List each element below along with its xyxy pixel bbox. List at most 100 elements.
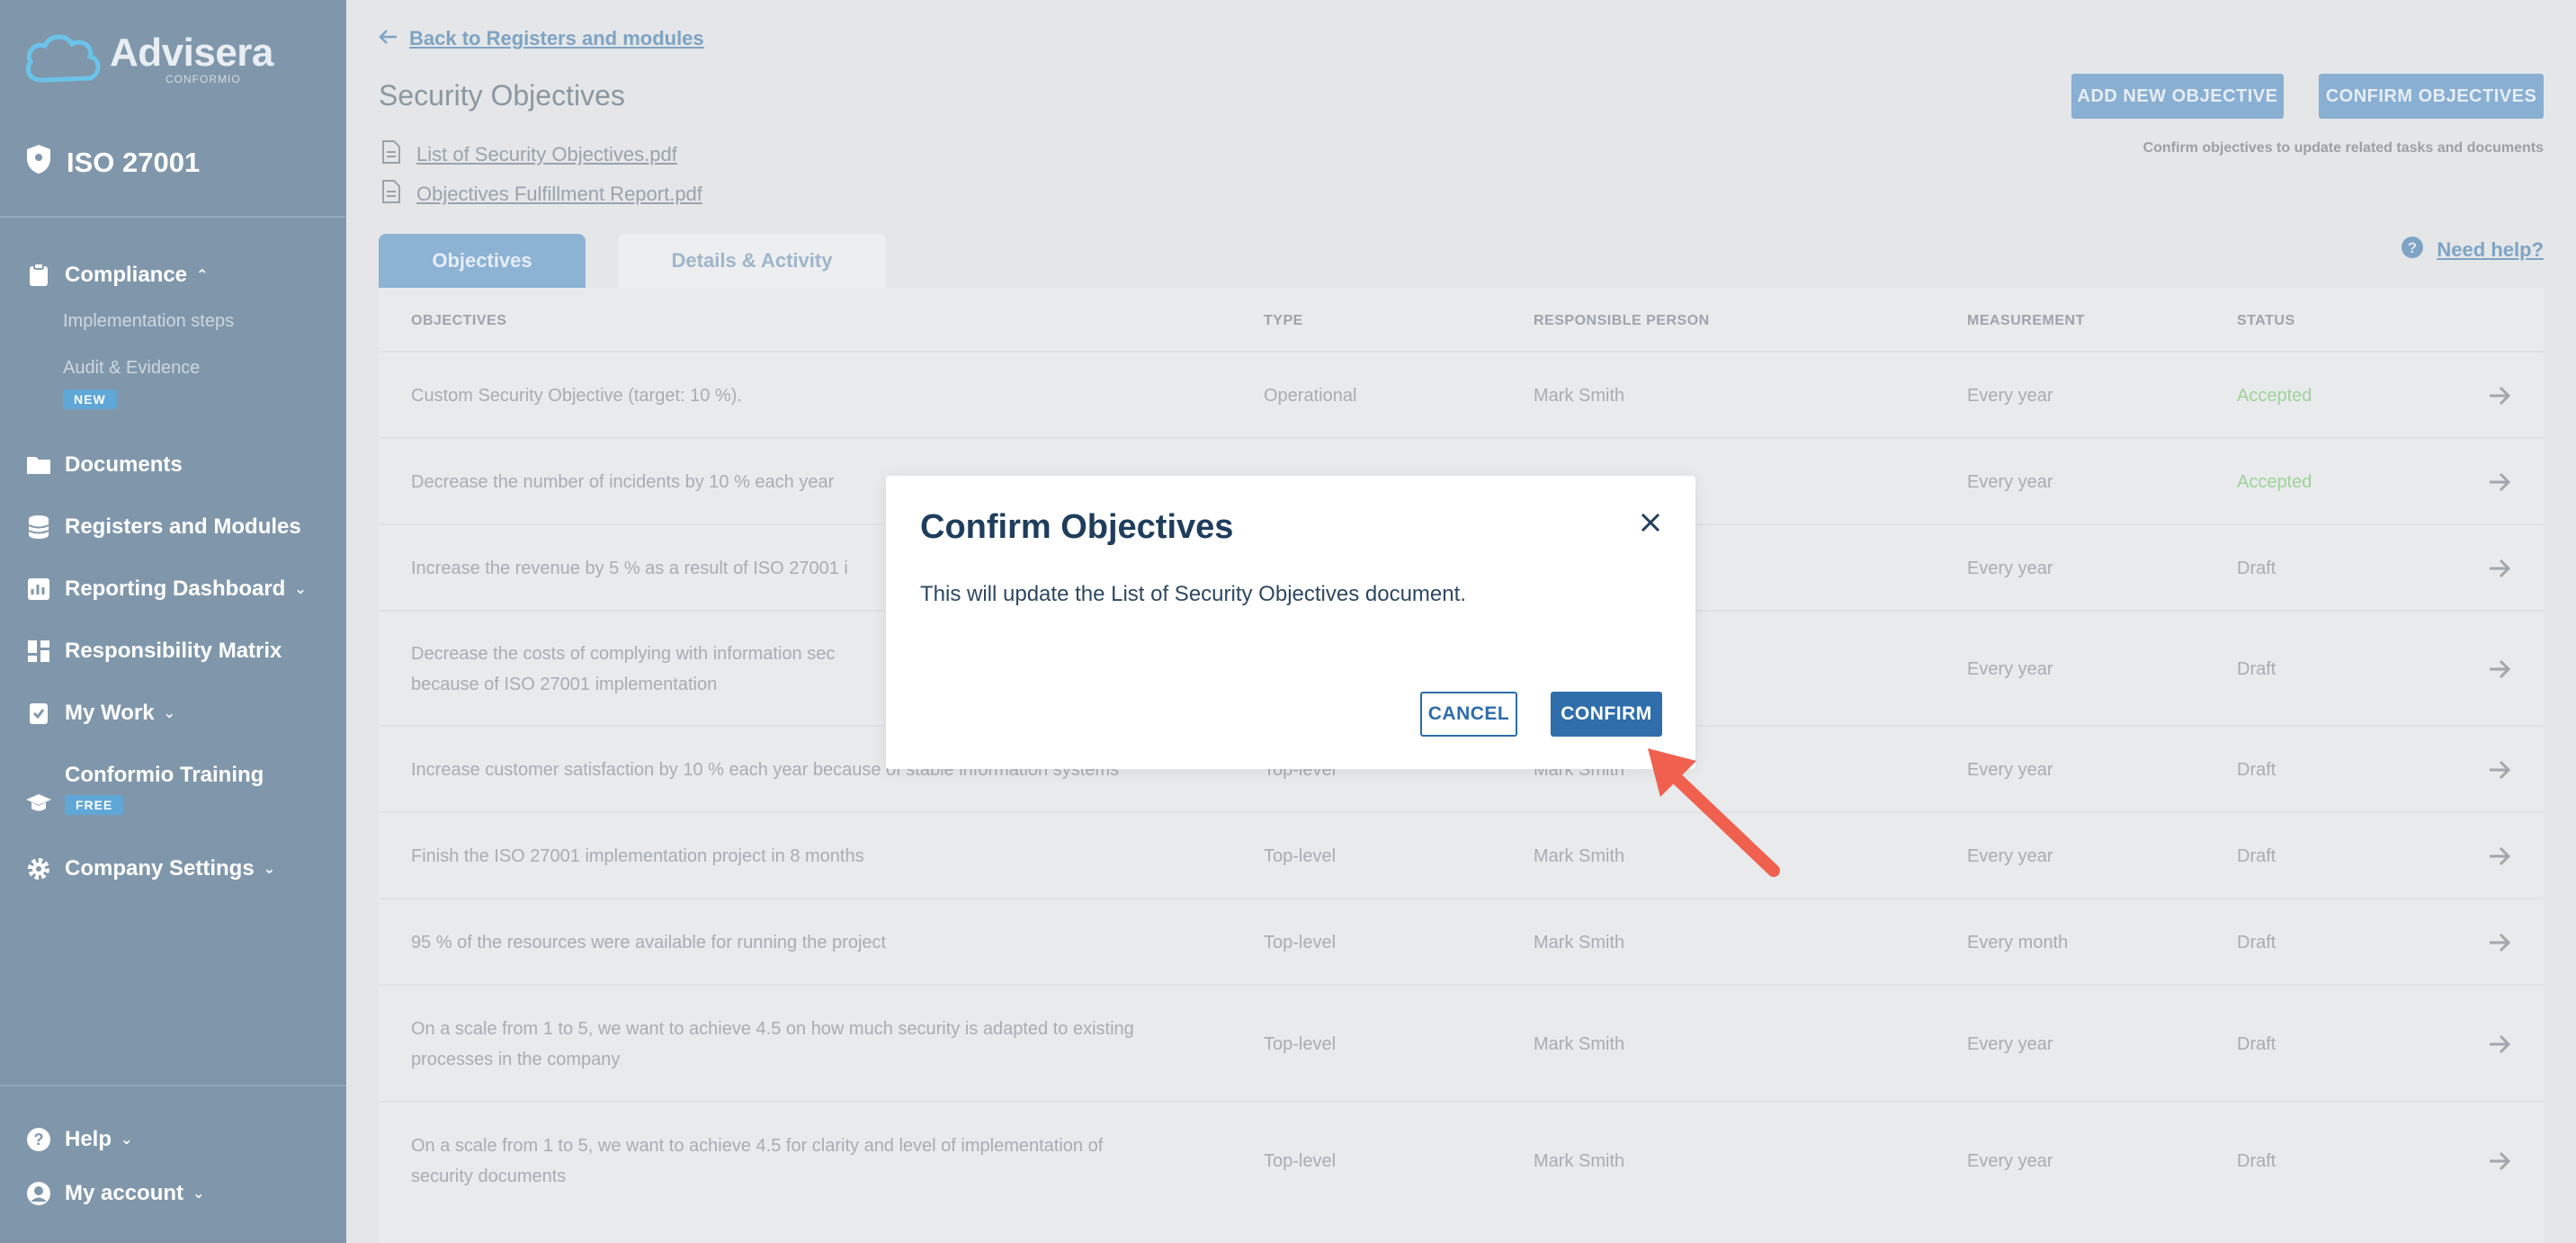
arrow-right-icon[interactable]: [2488, 932, 2511, 958]
doc-link-report[interactable]: Objectives Fulfillment Report.pdf: [382, 180, 702, 209]
table-row[interactable]: 95 % of the resources were available for…: [379, 898, 2544, 984]
person-cell: Mark Smith: [1534, 386, 1625, 406]
status-cell: Draft: [2237, 846, 2276, 866]
person-cell: Mark Smith: [1534, 1151, 1625, 1171]
doc-link-report-label: Objectives Fulfillment Report.pdf: [416, 183, 702, 205]
arrow-right-icon[interactable]: [2488, 1033, 2511, 1060]
type-cell: Top-level: [1264, 846, 1337, 866]
close-icon[interactable]: [1640, 512, 1661, 538]
tab-details-activity[interactable]: Details & Activity: [618, 234, 886, 288]
nav-company-settings[interactable]: Company Settings ⌄: [25, 856, 275, 881]
objective-cell: 95 % of the resources were available for…: [411, 933, 887, 952]
nav-help[interactable]: ? Help ⌄: [25, 1127, 132, 1152]
status-cell: Draft: [2237, 1151, 2276, 1171]
table-row[interactable]: On a scale from 1 to 5, we want to achie…: [379, 1101, 2544, 1218]
nav-my-account-label: My account: [65, 1181, 184, 1205]
nav-reporting[interactable]: Reporting Dashboard ⌄: [25, 577, 307, 602]
logo[interactable]: Advisera Conformio: [22, 23, 273, 95]
column-header: OBJECTIVES: [411, 313, 507, 328]
nav-registers-label: Registers and Modules: [65, 514, 301, 539]
nav-compliance-label: Compliance: [65, 263, 188, 287]
nav-registers[interactable]: Registers and Modules: [25, 514, 301, 540]
status-cell: Draft: [2237, 760, 2276, 780]
annotation-arrow-icon: [1648, 748, 1780, 877]
type-cell: Top-level: [1264, 933, 1337, 952]
type-cell: Top-level: [1264, 1034, 1337, 1054]
nav-training[interactable]: Conformio Training FREE: [25, 763, 264, 816]
logo-name: Advisera: [110, 31, 273, 75]
arrow-right-icon[interactable]: [2488, 1150, 2511, 1176]
nav-my-work[interactable]: My Work ⌄: [25, 701, 175, 726]
gear-icon: [25, 856, 52, 881]
help-circle-icon: ?: [25, 1127, 52, 1152]
status-cell: Accepted: [2237, 386, 2312, 406]
arrow-right-icon[interactable]: [2488, 759, 2511, 785]
nav-implementation-steps[interactable]: Implementation steps: [63, 311, 234, 332]
status-cell: Accepted: [2237, 472, 2312, 492]
grid-icon: [25, 639, 52, 663]
person-cell: Mark Smith: [1534, 1034, 1625, 1054]
confirm-objectives-button[interactable]: CONFIRM OBJECTIVES: [2319, 74, 2544, 119]
tab-objectives[interactable]: Objectives: [379, 234, 586, 288]
nav-help-label: Help: [65, 1127, 112, 1151]
nav-responsibility[interactable]: Responsibility Matrix: [25, 639, 282, 664]
dialog-title: Confirm Objectives: [920, 508, 1234, 546]
table-row[interactable]: On a scale from 1 to 5, we want to achie…: [379, 984, 2544, 1101]
chevron-down-icon: ⌄: [263, 862, 276, 877]
meas-cell: Every year: [1967, 659, 2053, 679]
divider: [0, 1085, 346, 1087]
back-link-label: Back to Registers and modules: [409, 27, 704, 49]
nav-audit-evidence[interactable]: Audit & Evidence: [63, 358, 200, 379]
nav-documents[interactable]: Documents: [25, 452, 183, 478]
database-icon: [25, 514, 52, 540]
need-help-label: Need help?: [2437, 238, 2544, 261]
nav-my-work-label: My Work: [65, 701, 155, 725]
meas-cell: Every year: [1967, 1034, 2053, 1054]
doc-link-list-label: List of Security Objectives.pdf: [416, 143, 677, 165]
arrow-left-icon: [379, 27, 398, 50]
arrow-right-icon[interactable]: [2488, 471, 2511, 497]
status-cell: Draft: [2237, 1034, 2276, 1054]
cancel-button[interactable]: CANCEL: [1420, 692, 1517, 737]
person-cell: Mark Smith: [1534, 933, 1625, 952]
add-new-objective-button[interactable]: ADD NEW OBJECTIVE: [2071, 74, 2284, 119]
objective-cell: On a scale from 1 to 5, we want to achie…: [411, 1019, 1134, 1069]
back-link[interactable]: Back to Registers and modules: [379, 27, 704, 50]
arrow-right-icon[interactable]: [2488, 385, 2511, 411]
table-row[interactable]: Custom Security Objective (target: 10 %)…: [379, 351, 2544, 437]
meas-cell: Every month: [1967, 933, 2069, 952]
user-circle-icon: [25, 1181, 52, 1206]
status-cell: Draft: [2237, 559, 2276, 578]
nav-reporting-label: Reporting Dashboard: [65, 577, 286, 601]
meas-cell: Every year: [1967, 559, 2053, 578]
help-circle-icon: ?: [2401, 236, 2424, 264]
arrow-right-icon[interactable]: [2488, 658, 2511, 684]
doc-link-list[interactable]: List of Security Objectives.pdf: [382, 140, 677, 169]
chart-icon: [25, 577, 52, 601]
free-badge: FREE: [65, 795, 124, 815]
chevron-up-icon: ⌃: [196, 268, 209, 283]
column-header: RESPONSIBLE PERSON: [1534, 313, 1710, 328]
nav-my-account[interactable]: My account ⌄: [25, 1181, 204, 1206]
confirm-button[interactable]: CONFIRM: [1551, 692, 1662, 737]
product-label: ISO 27001: [67, 147, 201, 178]
nav-company-settings-label: Company Settings: [65, 856, 255, 881]
clipboard-icon: [25, 263, 52, 288]
logo-subtitle: Conformio: [165, 73, 241, 85]
nav-compliance[interactable]: Compliance ⌃: [25, 263, 208, 288]
need-help-link[interactable]: ? Need help?: [2401, 236, 2544, 264]
svg-text:?: ?: [2408, 239, 2417, 256]
meas-cell: Every year: [1967, 760, 2053, 780]
arrow-right-icon[interactable]: [2488, 845, 2511, 872]
meas-cell: Every year: [1967, 472, 2053, 492]
graduation-cap-icon: [25, 792, 52, 814]
meas-cell: Every year: [1967, 846, 2053, 866]
type-cell: Operational: [1264, 386, 1357, 406]
product-title[interactable]: ISO 27001: [25, 144, 200, 182]
type-cell: Top-level: [1264, 1151, 1337, 1171]
arrow-right-icon[interactable]: [2488, 558, 2511, 584]
confirm-objectives-dialog: Confirm Objectives This will update the …: [886, 476, 1695, 769]
status-cell: Draft: [2237, 933, 2276, 952]
cloud-logo-icon: [25, 34, 101, 83]
table-row[interactable]: Finish the ISO 27001 implementation proj…: [379, 811, 2544, 898]
